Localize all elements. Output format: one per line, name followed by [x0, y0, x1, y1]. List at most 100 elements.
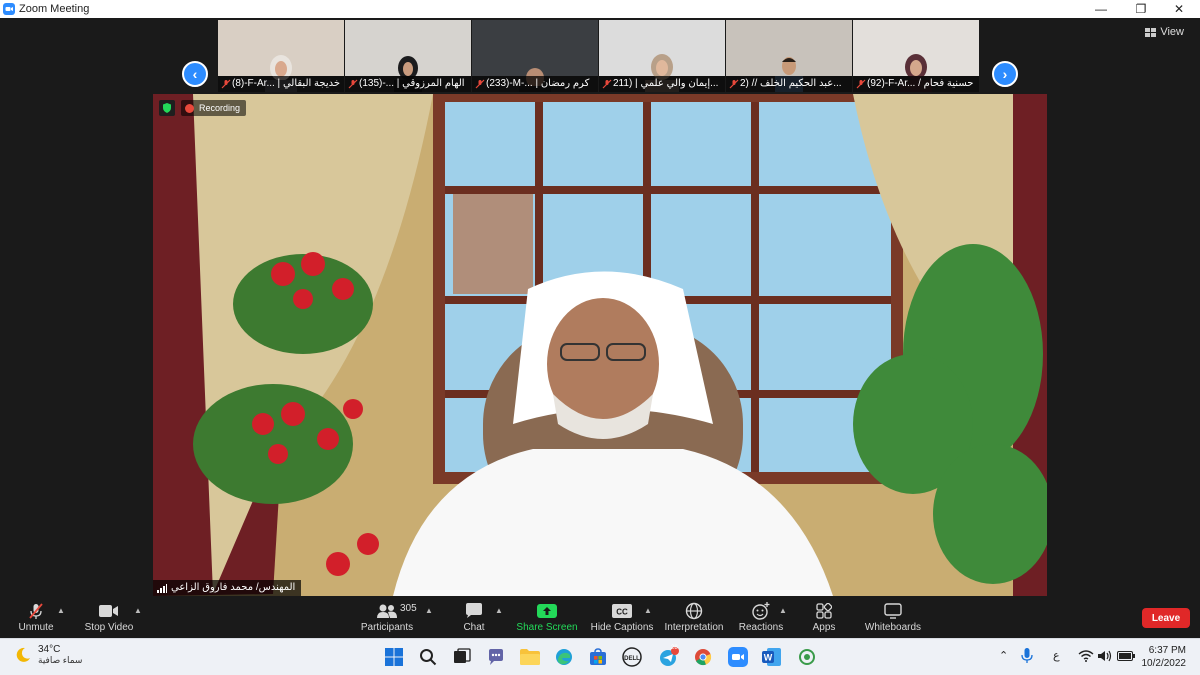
mic-off-icon [602, 79, 612, 89]
signal-bars-icon [157, 584, 167, 593]
speaker-name-label: المهندس/ محمد فاروق الزاعي [153, 580, 302, 596]
microsoft-store-button[interactable] [587, 646, 609, 668]
telegram-button[interactable]: 28 [658, 645, 680, 668]
battery-tray-button[interactable] [1117, 647, 1135, 665]
participant-tile[interactable]: 211) | إيمان والي علمي... [599, 20, 725, 92]
chat-label: Chat [463, 622, 485, 633]
microphone-icon [1021, 648, 1033, 663]
windows-taskbar: 34°C سماء صافية DELL 28 W ⌃ ع 6:37 PM 10… [0, 638, 1200, 675]
clock-time: 6:37 PM [1148, 645, 1186, 656]
active-speaker-video[interactable]: Recording المهندس/ محمد فاروق الزاعي [153, 94, 1047, 596]
participant-tile[interactable]: (233)-M-... | كرم رمضان [472, 20, 598, 92]
participant-name: (233)-M-... | كرم رمضان [472, 76, 598, 92]
apps-label: Apps [812, 622, 836, 633]
speaker-icon [1098, 650, 1112, 662]
closed-captions-icon: CC [612, 604, 632, 618]
show-hidden-icons[interactable]: ⌃ [999, 649, 1008, 662]
whiteboards-label: Whiteboards [864, 622, 922, 633]
smiley-plus-icon [752, 602, 770, 620]
restore-icon: ❐ [1135, 2, 1147, 16]
participant-name: (8)-F-Ar... | خديجة البقالي [218, 76, 344, 92]
meeting-toolbar: Unmute ▲ Stop Video ▲ Participants 305 ▲… [0, 598, 1200, 638]
dell-logo-icon: DELL [622, 647, 642, 667]
recording-indicator[interactable]: Recording [181, 100, 247, 116]
participants-button[interactable]: Participants [342, 601, 432, 633]
extra-app-button[interactable] [796, 646, 818, 668]
wifi-tray-button[interactable] [1077, 647, 1095, 665]
close-button[interactable]: ✕ [1162, 0, 1196, 18]
weather-condition: سماء صافية [38, 655, 83, 665]
zoom-app-icon [3, 3, 15, 15]
recording-badge: Recording [159, 100, 247, 116]
taskbar-search-button[interactable] [417, 646, 439, 668]
taskbar-clock[interactable]: 6:37 PM 10/2/2022 [1142, 644, 1187, 670]
chrome-button[interactable] [692, 646, 714, 668]
minimize-button[interactable]: — [1084, 0, 1118, 18]
task-view-icon [454, 648, 471, 663]
edge-browser-button[interactable] [553, 646, 575, 668]
participants-label: Participants [360, 622, 414, 633]
participant-name: (92)-F-Ar... / حسنية فحام [853, 76, 979, 92]
folder-icon [520, 649, 540, 665]
chat-icon [466, 603, 482, 618]
battery-icon [1117, 651, 1135, 661]
zoom-taskbar-button[interactable] [727, 646, 749, 668]
wifi-icon [1078, 650, 1094, 662]
close-icon: ✕ [1173, 2, 1185, 16]
globe-icon [685, 602, 703, 620]
video-options-caret[interactable]: ▲ [134, 606, 142, 615]
stop-video-label: Stop Video [84, 622, 134, 633]
minimize-icon: — [1095, 2, 1107, 16]
chevron-left-icon: ‹ [192, 66, 198, 82]
recording-label: Recording [199, 103, 241, 113]
whiteboard-icon [884, 603, 902, 619]
participant-tile[interactable]: 2) // عبد الحكيم الخلف... [726, 20, 852, 92]
participant-tile[interactable]: (8)-F-Ar... | خديجة البقالي [218, 20, 344, 92]
share-screen-icon [537, 604, 557, 618]
moon-icon [16, 647, 30, 662]
microphone-tray-button[interactable] [1018, 647, 1036, 665]
interpretation-label: Interpretation [664, 622, 724, 633]
mic-off-icon [348, 79, 358, 89]
svg-text:DELL: DELL [624, 656, 640, 662]
mic-off-icon [221, 79, 231, 89]
participant-tile[interactable]: (92)-F-Ar... / حسنية فحام [853, 20, 979, 92]
window-titlebar: Zoom Meeting — ❐ ✕ [0, 0, 1200, 18]
whiteboards-button[interactable]: Whiteboards [848, 601, 938, 633]
mic-off-icon [729, 79, 739, 89]
leave-button[interactable]: Leave [1142, 608, 1190, 628]
chevron-right-icon: › [1002, 66, 1008, 82]
hide-captions-label: Hide Captions [590, 622, 654, 633]
dell-app-button[interactable]: DELL [621, 646, 643, 668]
apps-icon [816, 603, 832, 619]
store-icon [590, 648, 606, 665]
gallery-next-button[interactable]: › [992, 61, 1018, 87]
view-button[interactable]: View [1139, 23, 1190, 41]
teams-chat-button[interactable] [485, 646, 507, 668]
volume-tray-button[interactable] [1097, 647, 1115, 665]
svg-text:CC: CC [616, 608, 628, 617]
meeting-area: ‹ (8)-F-Ar... | خديجة البقالي (135)-... … [0, 18, 1200, 598]
reactions-label: Reactions [738, 622, 784, 633]
weather-widget[interactable]: 34°C سماء صافية [14, 644, 82, 666]
participant-name: (135)-... | الهام المرزوقي [345, 76, 471, 92]
file-explorer-button[interactable] [519, 646, 541, 668]
participant-name: 2) // عبد الحكيم الخلف... [726, 76, 852, 92]
gallery-prev-button[interactable]: ‹ [182, 61, 208, 87]
record-dot-icon [185, 103, 194, 113]
restore-button[interactable]: ❐ [1124, 0, 1158, 18]
teams-chat-icon [489, 649, 503, 665]
participants-count: 305 [400, 603, 417, 614]
unmute-label: Unmute [18, 622, 54, 633]
start-button[interactable] [383, 646, 405, 668]
svg-text:W: W [764, 653, 773, 663]
mic-off-icon [856, 79, 866, 89]
windows-logo-icon [385, 648, 403, 666]
task-view-button[interactable] [451, 646, 473, 668]
shield-icon [159, 100, 175, 116]
word-icon: W [762, 648, 781, 666]
window-title: Zoom Meeting [19, 3, 90, 15]
participant-tile[interactable]: (135)-... | الهام المرزوقي [345, 20, 471, 92]
word-button[interactable]: W [761, 646, 783, 668]
language-indicator[interactable]: ع [1053, 649, 1060, 662]
